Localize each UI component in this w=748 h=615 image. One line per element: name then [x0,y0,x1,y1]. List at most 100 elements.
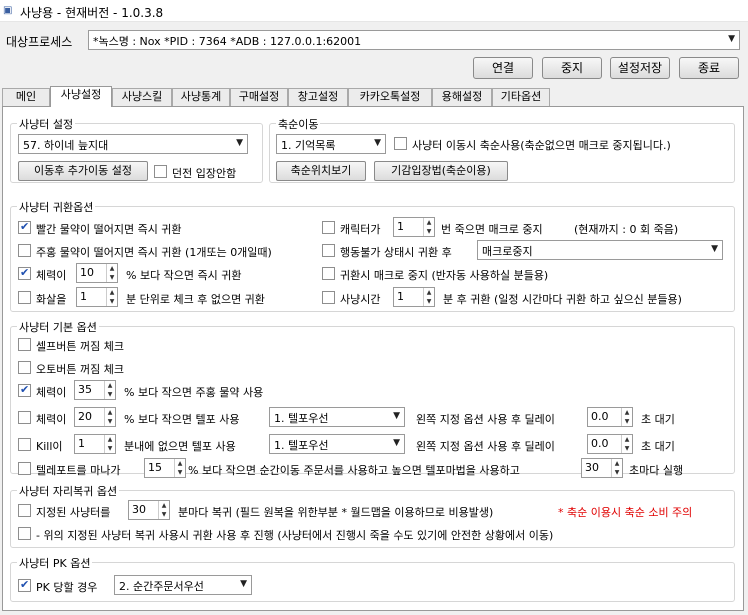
death-input[interactable]: 1 ▲ ▼ [393,217,435,237]
process-label: 대상프로세스 [6,35,73,49]
hp-potion-input[interactable]: 35 ▲ ▼ [74,380,116,400]
spinner-icon[interactable]: ▲ ▼ [611,459,622,477]
orange-potion-label: 주홍 물약이 떨어지면 즉시 귀환 (1개또는 0개일때) [36,246,272,259]
hp-teleport-checkbox[interactable] [18,411,31,424]
tab-kakaotalk[interactable]: 카카오톡설정 [348,88,432,106]
spinner-icon[interactable]: ▲ ▼ [621,408,632,426]
spinner-icon[interactable]: ▲ ▼ [104,408,115,426]
chevron-down-icon: ▼ [711,244,718,254]
spinner-icon[interactable]: ▲ ▼ [158,501,169,519]
title-bar: ▣ 사냥용 - 현재버전 - 1.0.3.8 [0,0,748,22]
hp-return-prefix: 체력이 [36,269,67,282]
dungeon-checkbox[interactable] [154,165,167,178]
return-title: 사냥터 귀환옵션 [17,199,96,215]
connect-button[interactable]: 연결 [473,57,533,79]
tab-hunt-skill[interactable]: 사냥스킬 [112,88,172,106]
hunt-time-prefix: 사냥시간 [340,293,381,306]
recover-after-return-checkbox[interactable] [18,527,31,540]
paralysis-checkbox[interactable] [322,244,335,257]
chevron-down-icon: ▼ [393,438,400,448]
tab-main[interactable]: 메인 [2,88,50,106]
pk-checkbox[interactable] [18,578,31,592]
hunt-area-group: 사냥터 설정 57. 하이네 늪지대 ▼ 이동후 추가이동 설정 던전 입장안함 [10,116,263,183]
spinner-icon[interactable]: ▲ ▼ [106,288,117,306]
death-prefix: 캐릭터가 [340,223,381,236]
tab-melt[interactable]: 용해설정 [432,88,492,106]
self-button-label: 셀프버튼 꺼짐 체크 [36,340,124,353]
kill-delay-label: 왼쪽 지정 옵션 사용 후 딜레이 [416,440,555,453]
kill-checkbox[interactable] [18,438,31,451]
recover-warning: * 축순 이용시 축순 소비 주의 [558,506,693,519]
recover-after-return-label: - 위의 지정된 사냥터 복귀 사용시 귀환 사용 후 진행 (사냥터에서 진행… [36,529,554,542]
kill-delay-input[interactable]: 0.0 ▲ ▼ [587,434,633,454]
tab-hunt-stats[interactable]: 사냥통계 [172,88,230,106]
scroll-move-title: 축순이동 [276,116,321,132]
save-settings-button[interactable]: 설정저장 [610,57,670,79]
teleport-mana-checkbox[interactable] [18,462,31,475]
pk-group: 사냥터 PK 옵션 PK 당할 경우 2. 순간주문서우선▼ [10,555,735,602]
hp-potion-checkbox[interactable] [18,383,31,397]
scroll-mode-select[interactable]: 1. 기억목록 ▼ [276,134,386,154]
recover-checkbox[interactable] [18,504,31,517]
paralysis-label: 행동불가 상태시 귀환 후 [340,246,452,259]
tab-purchase[interactable]: 구매설정 [230,88,288,106]
auto-button-checkbox[interactable] [18,361,31,374]
kill-label: 분내에 없으면 텔포 사용 [124,440,236,453]
recover-input[interactable]: 30 ▲ ▼ [128,500,170,520]
hunt-time-input[interactable]: 1 ▲ ▼ [393,287,435,307]
basic-title: 사냥터 기본 옵션 [17,319,99,335]
spinner-icon[interactable]: ▲ ▼ [174,459,185,477]
hp-teleport-select[interactable]: 1. 텔포우선 ▼ [269,407,405,427]
orange-potion-checkbox[interactable] [18,244,31,257]
spinner-icon[interactable]: ▲ ▼ [106,264,117,282]
self-button-checkbox[interactable] [18,338,31,351]
return-stop-checkbox[interactable] [322,267,335,280]
hunt-time-checkbox[interactable] [322,291,335,304]
teleport-sec-label: 초마다 실행 [629,464,684,477]
hunt-map-select[interactable]: 57. 하이네 늪지대 ▼ [18,134,248,154]
teleport-sec-input[interactable]: 30 ▲ ▼ [581,458,623,478]
teleport-mana-input[interactable]: 15 ▲ ▼ [144,458,186,478]
hp-return-checkbox[interactable] [18,266,31,280]
return-group: 사냥터 귀환옵션 빨간 물약이 떨어지면 즉시 귀환 주홍 물약이 떨어지면 즉… [10,199,735,312]
spinner-icon[interactable]: ▲ ▼ [104,381,115,399]
spinner-icon[interactable]: ▲ ▼ [423,288,434,306]
hp-teleport-input[interactable]: 20 ▲ ▼ [74,407,116,427]
move-after-button[interactable]: 이동후 추가이동 설정 [18,161,148,181]
scroll-view-button[interactable]: 축순위치보기 [276,161,366,181]
arrow-input[interactable]: 1 ▲ ▼ [76,287,118,307]
arrow-label: 분 단위로 체크 후 없으면 귀환 [126,293,265,306]
paralysis-select[interactable]: 매크로중지 ▼ [477,240,723,260]
stop-button[interactable]: 중지 [542,57,602,79]
recover-group: 사냥터 자리복귀 옵션 지정된 사냥터를 30 ▲ ▼ 분마다 복귀 (필드 원복을… [10,483,735,548]
red-potion-checkbox[interactable] [18,220,31,234]
spinner-icon[interactable]: ▲ ▼ [621,435,632,453]
tab-etc[interactable]: 기타옵션 [492,88,550,106]
hp-delay-label: 왼쪽 지정 옵션 사용 후 딜레이 [416,413,555,426]
spinner-icon[interactable]: ▲ ▼ [104,435,115,453]
hp-return-label: % 보다 작으면 즉시 귀환 [126,269,242,282]
spinner-icon[interactable]: ▲ ▼ [423,218,434,236]
kill-select[interactable]: 1. 텔포우선 ▼ [269,434,405,454]
tab-panel: 사냥터 설정 57. 하이네 늪지대 ▼ 이동후 추가이동 설정 던전 입장안함 … [2,106,744,611]
kill-delay-sec: 초 대기 [641,440,675,453]
process-select[interactable]: *녹스명 : Nox *PID : 7364 *ADB : 127.0.0.1:… [88,30,740,50]
chevron-down-icon: ▼ [393,411,400,421]
tab-hunt-settings[interactable]: 사냥설정 [50,86,112,107]
kill-prefix: Kill이 [36,440,63,453]
death-checkbox[interactable] [322,221,335,234]
exit-button[interactable]: 종료 [679,57,739,79]
pk-select[interactable]: 2. 순간주문서우선 ▼ [114,575,252,595]
teleport-mana-label: 텔레포트를 마나가 [36,464,121,477]
tab-storage[interactable]: 창고설정 [288,88,348,106]
scroll-use-label: 사냥터 이동시 축순사용(축순없으면 매크로 중지됩니다.) [412,139,671,152]
hp-return-input[interactable]: 10 ▲ ▼ [76,263,118,283]
kill-input[interactable]: 1 ▲ ▼ [74,434,116,454]
scroll-move-group: 축순이동 1. 기억목록 ▼ 사냥터 이동시 축순사용(축순없으면 매크로 중지됩… [269,116,735,183]
scroll-use-checkbox[interactable] [394,137,407,150]
hp-potion-prefix: 체력이 [36,386,67,399]
enter-method-button[interactable]: 기감입장법(축순이용) [374,161,508,181]
arrow-checkbox[interactable] [18,291,31,304]
hp-delay-input[interactable]: 0.0 ▲ ▼ [587,407,633,427]
chevron-down-icon: ▼ [728,34,735,44]
